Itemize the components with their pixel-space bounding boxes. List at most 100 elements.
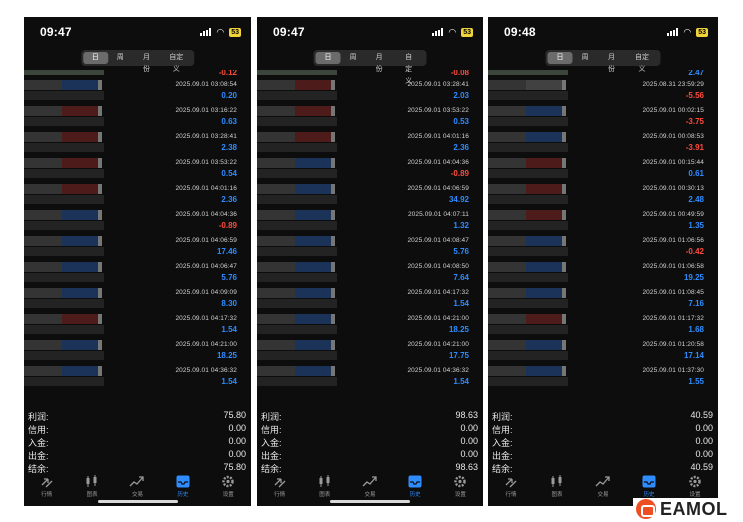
tab-period-2[interactable]: 月份: [366, 52, 393, 73]
trade-row[interactable]: 2025.09.01 00:08:53 -3.91: [488, 129, 718, 155]
trade-row[interactable]: 2025.09.01 01:06:56 -0.42: [488, 233, 718, 259]
tab-period-1[interactable]: 周: [108, 52, 133, 64]
trade-close-time: 2025.08.31 23:59:29: [642, 81, 704, 88]
trade-row[interactable]: 2025.09.01 04:21:00 17.75: [257, 337, 483, 363]
redacted-marker: [562, 106, 566, 116]
redacted-symbol: [257, 80, 295, 90]
trade-row[interactable]: 2025.09.01 04:01:16 2.36: [257, 129, 483, 155]
trade-row[interactable]: 2025.09.01 04:17:32 1.54: [257, 285, 483, 311]
trade-row[interactable]: 2025.09.01 03:53:22 0.54: [24, 155, 251, 181]
summary-row: 利润: 40.59: [488, 409, 718, 422]
nav-settings[interactable]: 设置: [443, 475, 477, 498]
trade-close-time: 2025.09.01 03:16:22: [175, 107, 237, 114]
trade-row[interactable]: 2025.09.01 04:04:36 -0.89: [257, 155, 483, 181]
nav-quotes[interactable]: 行情: [30, 475, 64, 498]
trade-profit: 5.76: [221, 273, 237, 282]
tab-period-3[interactable]: 自定义: [160, 52, 192, 73]
redacted-volume: [62, 210, 98, 220]
redacted-marker: [98, 80, 102, 90]
tab-period-3[interactable]: 自定义: [393, 52, 425, 85]
trade-history-list[interactable]: -0.12 2025.09.01 03:08:54 0.20 2025.09.01 0…: [24, 70, 251, 407]
trade-row[interactable]: 2025.09.01 04:17:32 1.54: [24, 311, 251, 337]
tab-period-1[interactable]: 周: [341, 52, 366, 64]
trade-row[interactable]: 2025.08.31 23:59:29 -5.56: [488, 77, 718, 103]
trade-row[interactable]: 2025.09.01 04:08:47 5.76: [257, 233, 483, 259]
trade-row[interactable]: 2025.09.01 04:08:50 7.64: [257, 259, 483, 285]
trade-row[interactable]: 2025.09.01 04:06:59 34.92: [257, 181, 483, 207]
trade-row[interactable]: 2025.09.01 00:15:44 0.61: [488, 155, 718, 181]
trade-row[interactable]: 2025.09.01 01:37:30 1.55: [488, 363, 718, 389]
tab-period-2[interactable]: 月份: [133, 52, 160, 73]
nav-trade[interactable]: 交易: [120, 475, 154, 498]
redacted-volume: [62, 366, 98, 376]
trade-close-time: 2025.09.01 03:28:41: [407, 81, 469, 88]
trade-profit: 19.25: [683, 273, 704, 282]
trade-history-list[interactable]: -0.08 2025.09.01 03:28:41 2.03 2025.09.01 0…: [257, 70, 483, 407]
trade-row[interactable]: 2025.09.01 04:06:47 5.76: [24, 259, 251, 285]
redacted-marker: [562, 236, 566, 246]
trade-row[interactable]: 2025.09.01 01:08:45 7.16: [488, 285, 718, 311]
trade-row[interactable]: 2025.09.01 03:28:41 2.38: [24, 129, 251, 155]
trade-row[interactable]: 2025.09.01 03:16:22 0.63: [24, 103, 251, 129]
trade-history-list[interactable]: 2.47 2025.08.31 23:59:29 -5.56 2025.09.01 0…: [488, 70, 718, 407]
summary-value: 98.63: [455, 410, 478, 420]
nav-settings[interactable]: 设置: [211, 475, 245, 498]
summary-value: 0.00: [460, 436, 478, 446]
trade-row[interactable]: 2025.09.01 04:36:32 1.54: [257, 363, 483, 389]
nav-label: 图表: [86, 492, 98, 498]
tab-period-3[interactable]: 自定义: [626, 52, 659, 73]
redacted-symbol: [257, 340, 295, 350]
trade-row[interactable]: 2025.09.01 03:08:54 0.20: [24, 77, 251, 103]
nav-quotes[interactable]: 行情: [263, 475, 297, 498]
trade-row[interactable]: 2025.09.01 01:17:32 1.68: [488, 311, 718, 337]
nav-trade[interactable]: 交易: [586, 475, 620, 498]
trade-row[interactable]: 2025.09.01 04:07:11 1.32: [257, 207, 483, 233]
trade-profit: 34.92: [448, 195, 469, 204]
nav-history[interactable]: 历史: [632, 475, 666, 498]
tab-period-0[interactable]: 日: [82, 52, 108, 64]
redacted-symbol: [488, 80, 526, 90]
trade-row[interactable]: 2025.09.01 01:06:58 19.25: [488, 259, 718, 285]
redacted-marker: [331, 288, 335, 298]
nav-label: 交易: [597, 492, 609, 498]
trade-row[interactable]: 2025.09.01 04:04:36 -0.89: [24, 207, 251, 233]
nav-candlestick-chart[interactable]: 图表: [308, 475, 342, 498]
tab-period-1[interactable]: 周: [573, 52, 598, 64]
trade-row[interactable]: 2025.09.01 04:06:59 17.46: [24, 233, 251, 259]
redacted-symbol: [488, 314, 526, 324]
trade-close-time: 2025.09.01 04:06:47: [175, 263, 237, 270]
summary-value: 0.00: [228, 423, 246, 433]
nav-history[interactable]: 历史: [166, 475, 200, 498]
trade-close-time: 2025.09.01 04:07:11: [407, 211, 469, 218]
trade-row[interactable]: 2025.09.01 03:28:41 2.03: [257, 77, 483, 103]
trade-row[interactable]: 2025.09.01 03:53:22 0.53: [257, 103, 483, 129]
trade-close-time: 2025.09.01 03:08:54: [175, 81, 237, 88]
trade-row[interactable]: 2025.09.01 04:36:32 1.54: [24, 363, 251, 389]
nav-quotes[interactable]: 行情: [494, 475, 528, 498]
trade-close-time: 2025.09.01 03:53:22: [175, 159, 237, 166]
redacted-marker: [331, 236, 335, 246]
redacted-prices: [257, 299, 337, 308]
redacted-symbol: [488, 288, 526, 298]
trade-row[interactable]: 2025.09.01 04:21:00 18.25: [24, 337, 251, 363]
tab-period-2[interactable]: 月份: [598, 52, 626, 73]
battery-icon: 53: [229, 27, 241, 37]
trade-row[interactable]: 2025.09.01 04:01:16 2.36: [24, 181, 251, 207]
summary-row: 利润: 75.80: [24, 409, 251, 422]
trade-row[interactable]: 2025.09.01 00:49:59 1.35: [488, 207, 718, 233]
home-indicator: [97, 500, 178, 503]
redacted-volume: [295, 184, 331, 194]
trade-row[interactable]: 2025.09.01 04:09:09 8.30: [24, 285, 251, 311]
nav-history[interactable]: 历史: [398, 475, 432, 498]
trade-row[interactable]: 2025.09.01 01:20:58 17.14: [488, 337, 718, 363]
trade-close-time: 2025.09.01 01:20:58: [642, 341, 704, 348]
trade-row[interactable]: 2025.09.01 04:21:00 18.25: [257, 311, 483, 337]
trade-row[interactable]: 2025.09.01 00:30:13 2.48: [488, 181, 718, 207]
nav-trade[interactable]: 交易: [353, 475, 387, 498]
tab-period-0[interactable]: 日: [315, 52, 341, 64]
tab-period-0[interactable]: 日: [547, 52, 573, 64]
nav-settings[interactable]: 设置: [678, 475, 712, 498]
nav-candlestick-chart[interactable]: 图表: [540, 475, 574, 498]
trade-row[interactable]: 2025.09.01 00:02:15 -3.75: [488, 103, 718, 129]
nav-candlestick-chart[interactable]: 图表: [75, 475, 109, 498]
